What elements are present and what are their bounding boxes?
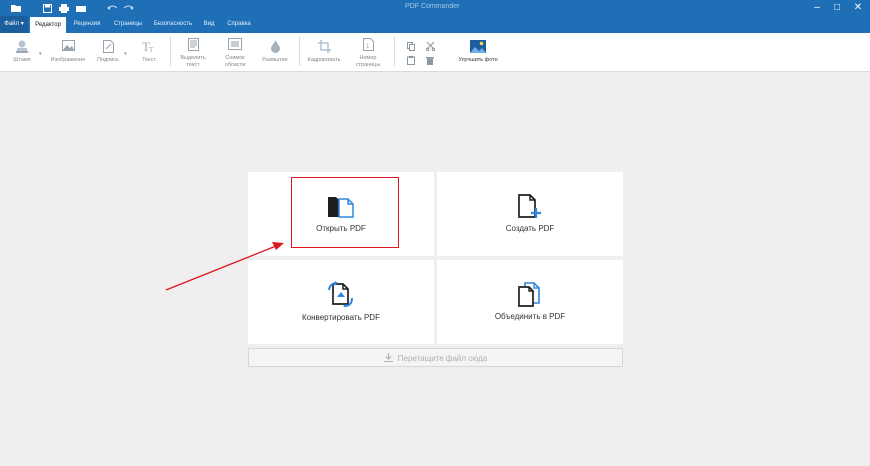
snapshot-label: Снимок области [224, 55, 246, 68]
file-menu-button[interactable]: Файл ▾ [0, 16, 28, 33]
blur-label: Размытие [262, 57, 288, 63]
image-label: Изображение [50, 57, 86, 63]
signature-button[interactable]: Подпись [94, 40, 122, 64]
close-button[interactable]: ✕ [851, 1, 865, 15]
create-pdf-label: Создать PDF [505, 224, 555, 233]
ribbon-separator [394, 36, 395, 66]
select-text-label: Выделить текст [180, 55, 206, 68]
window-title: PDF Commander [405, 3, 460, 10]
create-pdf-card[interactable]: Создать PDF [437, 172, 623, 256]
tab-help[interactable]: Справка [224, 16, 254, 33]
merge-pdf-icon [437, 282, 623, 307]
merge-pdf-label: Объединить в PDF [494, 312, 566, 321]
blur-button[interactable]: Размытие [258, 40, 292, 64]
select-text-button[interactable]: Выделить текст [176, 38, 210, 68]
text-label: Текст [142, 57, 156, 63]
merge-pdf-card[interactable]: Объединить в PDF [437, 260, 623, 344]
image-icon [48, 40, 88, 55]
undo-icon[interactable] [106, 2, 118, 14]
select-text-icon [176, 38, 210, 53]
crop-label: Кадрировать [307, 57, 341, 63]
page-number-icon: 1 [350, 38, 386, 53]
tab-security[interactable]: Безопасность [150, 16, 196, 33]
convert-pdf-label: Конвертировать PDF [302, 313, 380, 322]
snapshot-icon [218, 38, 252, 53]
svg-text:T: T [149, 46, 154, 53]
save-icon[interactable] [41, 2, 53, 14]
text-icon: TT [136, 40, 162, 55]
page-numbers-label: Номер страницы [355, 55, 381, 68]
snapshot-button[interactable]: Снимок области [218, 38, 252, 68]
tab-view[interactable]: Вид [200, 16, 218, 33]
tab-editor[interactable]: Редактор [30, 17, 66, 33]
stamp-label: Штамп [13, 57, 31, 63]
signature-icon [94, 40, 122, 55]
open-pdf-highlight-box [291, 177, 399, 248]
tab-pages[interactable]: Страницы [110, 16, 146, 33]
download-icon [383, 353, 393, 364]
text-button[interactable]: TT Текст [136, 40, 162, 64]
stamp-dropdown-arrow[interactable]: ▾ [39, 51, 42, 57]
paste-icon[interactable] [407, 52, 415, 70]
ribbon-separator [299, 36, 300, 66]
convert-pdf-icon [248, 281, 434, 307]
create-pdf-icon [437, 194, 623, 219]
crop-icon [304, 40, 344, 55]
minimize-button[interactable]: – [810, 1, 824, 15]
enhance-photo-icon [452, 40, 504, 55]
crop-button[interactable]: Кадрировать [304, 40, 344, 64]
enhance-photo-label: Улучшить фото [458, 57, 498, 63]
image-button[interactable]: Изображение [48, 40, 88, 64]
convert-pdf-card[interactable]: Конвертировать PDF [248, 260, 434, 344]
maximize-button[interactable]: □ [830, 1, 844, 15]
signature-dropdown-arrow[interactable]: ▾ [124, 51, 127, 57]
folder-open-icon[interactable] [10, 2, 22, 14]
redo-icon[interactable] [122, 2, 134, 14]
scan-icon[interactable] [75, 2, 87, 14]
enhance-photo-button[interactable]: Улучшить фото [452, 40, 504, 64]
signature-label: Подпись [97, 57, 119, 63]
drop-zone-label: Перетащите файл сюда [397, 354, 488, 363]
ribbon-toolbar [0, 33, 870, 72]
drop-zone-text: Перетащите файл сюда [249, 353, 622, 364]
print-icon[interactable] [58, 2, 70, 14]
stamp-button[interactable]: Штамп [8, 40, 36, 64]
stamp-icon [8, 40, 36, 55]
blur-drop-icon [258, 40, 292, 55]
page-numbers-button[interactable]: 1 Номер страницы [350, 38, 386, 68]
drop-zone[interactable]: Перетащите файл сюда [248, 348, 623, 367]
svg-text:1: 1 [366, 44, 370, 50]
ribbon-separator [170, 36, 171, 66]
delete-icon[interactable] [426, 52, 434, 70]
tab-review[interactable]: Рецензия [68, 16, 106, 33]
